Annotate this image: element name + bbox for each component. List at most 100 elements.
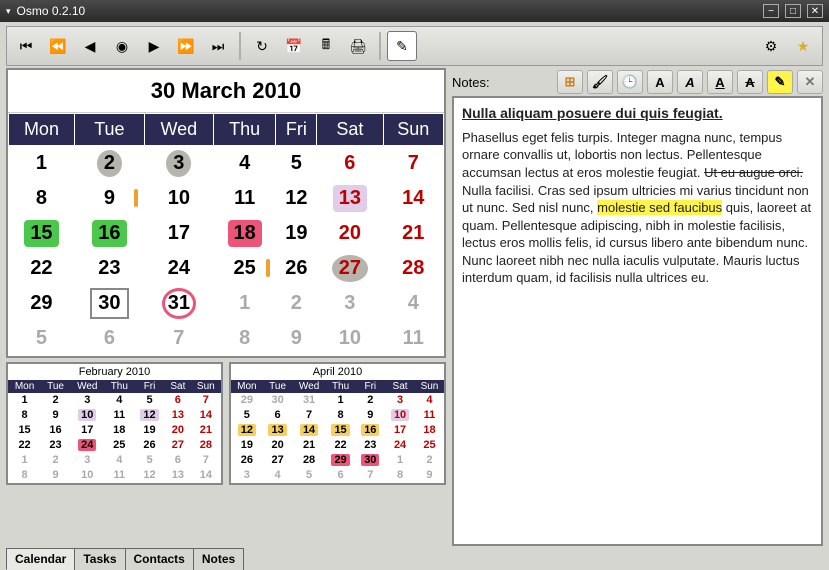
minimize-button[interactable]: − <box>763 4 779 18</box>
mini-calendar-day[interactable]: 7 <box>292 408 325 423</box>
mini-calendar-day[interactable]: 29 <box>231 393 263 408</box>
mini-calendar-day[interactable]: 1 <box>8 393 41 408</box>
mini-calendar-day[interactable]: 13 <box>165 468 191 483</box>
clear-format-button[interactable]: 🖌 <box>587 70 613 94</box>
mini-calendar-day[interactable]: 19 <box>231 438 263 453</box>
mini-calendar-day[interactable]: 11 <box>105 468 134 483</box>
mini-calendar-day[interactable]: 21 <box>292 438 325 453</box>
mini-calendar-day[interactable]: 8 <box>385 468 415 483</box>
tab-tasks[interactable]: Tasks <box>74 548 125 570</box>
mini-calendar-day[interactable]: 13 <box>165 408 191 423</box>
tab-notes[interactable]: Notes <box>193 548 244 570</box>
mini-calendar-day[interactable]: 25 <box>415 438 444 453</box>
mini-calendar-day[interactable]: 8 <box>8 468 41 483</box>
mini-calendar-day[interactable]: 23 <box>355 438 385 453</box>
mini-calendar-day[interactable]: 7 <box>355 468 385 483</box>
mini-calendar-day[interactable]: 3 <box>385 393 415 408</box>
nav-first-button[interactable]: ⏮ <box>11 31 41 61</box>
mini-calendar-day[interactable]: 3 <box>70 453 105 468</box>
tab-calendar[interactable]: Calendar <box>6 548 75 570</box>
mini-calendar-day[interactable]: 30 <box>263 393 293 408</box>
calendar-day[interactable]: 4 <box>213 146 276 181</box>
window-menu-icon[interactable]: ▾ <box>6 6 11 17</box>
mini-calendar-day[interactable]: 5 <box>231 408 263 423</box>
mini-calendar-day[interactable]: 6 <box>326 468 356 483</box>
calendar-day[interactable]: 25 <box>213 251 276 286</box>
calendar-day[interactable]: 4 <box>383 286 443 321</box>
notes-editor[interactable]: Nulla aliquam posuere dui quis feugiat. … <box>452 96 823 546</box>
italic-button[interactable]: A <box>677 70 703 94</box>
mini-calendar-day[interactable]: 5 <box>134 453 165 468</box>
calendar-day[interactable]: 2 <box>276 286 317 321</box>
mini-calendar-day[interactable]: 12 <box>134 408 165 423</box>
mini-calendar-day[interactable]: 10 <box>70 468 105 483</box>
mini-calendar-day[interactable]: 17 <box>385 423 415 438</box>
mini-calendar-day[interactable]: 15 <box>8 423 41 438</box>
mini-calendar-day[interactable]: 5 <box>134 393 165 408</box>
mini-calendar-day[interactable]: 4 <box>105 453 134 468</box>
calendar-day[interactable]: 29 <box>9 286 75 321</box>
calendar-day[interactable]: 7 <box>144 321 213 356</box>
nav-prev-button[interactable]: ◀ <box>75 31 105 61</box>
calendar-day[interactable]: 13 <box>317 181 383 216</box>
calendar-day[interactable]: 5 <box>276 146 317 181</box>
mini-calendar-day[interactable]: 15 <box>326 423 356 438</box>
calendar-day[interactable]: 10 <box>144 181 213 216</box>
mini-calendar-day[interactable]: 23 <box>41 438 70 453</box>
calendar-day[interactable]: 7 <box>383 146 443 181</box>
mini-calendar-day[interactable]: 7 <box>191 393 221 408</box>
mini-calendar-day[interactable]: 2 <box>415 453 444 468</box>
nav-last-button[interactable]: ⏭ <box>203 31 233 61</box>
calendar-day[interactable]: 20 <box>317 216 383 251</box>
mini-calendar-day[interactable]: 18 <box>415 423 444 438</box>
calendar-day[interactable]: 5 <box>9 321 75 356</box>
calendar-day[interactable]: 3 <box>317 286 383 321</box>
mini-calendar-day[interactable]: 20 <box>263 438 293 453</box>
mini-calendar-day[interactable]: 22 <box>326 438 356 453</box>
mini-calendar-day[interactable]: 8 <box>8 408 41 423</box>
tab-contacts[interactable]: Contacts <box>125 548 194 570</box>
close-note-button[interactable]: ✕ <box>797 70 823 94</box>
preferences-button[interactable]: ⚙ <box>756 31 786 61</box>
mini-calendar-day[interactable]: 22 <box>8 438 41 453</box>
mini-calendar-day[interactable]: 14 <box>191 408 221 423</box>
mini-calendar-day[interactable]: 6 <box>263 408 293 423</box>
mini-calendar-day[interactable]: 20 <box>165 423 191 438</box>
calculator-button[interactable]: 🖩 <box>311 31 341 61</box>
calendar-popup-button[interactable]: 📅 <box>279 31 309 61</box>
refresh-button[interactable]: ↻ <box>247 31 277 61</box>
calendar-day[interactable]: 12 <box>276 181 317 216</box>
bold-button[interactable]: A <box>647 70 673 94</box>
calendar-day[interactable]: 19 <box>276 216 317 251</box>
maximize-button[interactable]: □ <box>785 4 801 18</box>
nav-next-month-button[interactable]: ⏩ <box>171 31 201 61</box>
calendar-day[interactable]: 9 <box>276 321 317 356</box>
mini-calendar-day[interactable]: 12 <box>134 468 165 483</box>
mini-calendar-day[interactable]: 7 <box>191 453 221 468</box>
mini-calendar-day[interactable]: 14 <box>191 468 221 483</box>
calendar-day[interactable]: 10 <box>317 321 383 356</box>
calendar-day[interactable]: 27 <box>317 251 383 286</box>
mini-calendar-day[interactable]: 27 <box>165 438 191 453</box>
mini-calendar-day[interactable]: 28 <box>292 453 325 468</box>
mini-calendar-day[interactable]: 1 <box>326 393 356 408</box>
mini-calendar-day[interactable]: 6 <box>165 393 191 408</box>
calendar-day[interactable]: 1 <box>9 146 75 181</box>
mini-calendar-day[interactable]: 16 <box>41 423 70 438</box>
mini-calendar-day[interactable]: 19 <box>134 423 165 438</box>
calendar-day[interactable]: 14 <box>383 181 443 216</box>
calendar-day[interactable]: 11 <box>383 321 443 356</box>
mini-calendar-day[interactable]: 8 <box>326 408 356 423</box>
mini-calendar-day[interactable]: 24 <box>70 438 105 453</box>
calendar-day[interactable]: 2 <box>74 146 144 181</box>
mini-calendar-day[interactable]: 2 <box>355 393 385 408</box>
print-button[interactable]: 🖨 <box>343 31 373 61</box>
calendar-day[interactable]: 8 <box>9 181 75 216</box>
mini-calendar-day[interactable]: 9 <box>41 468 70 483</box>
mini-calendar-day[interactable]: 21 <box>191 423 221 438</box>
mini-calendar-day[interactable]: 4 <box>263 468 293 483</box>
mini-calendar-day[interactable]: 9 <box>415 468 444 483</box>
calendar-day[interactable]: 8 <box>213 321 276 356</box>
mini-calendar-day[interactable]: 29 <box>326 453 356 468</box>
mini-calendar-day[interactable]: 6 <box>165 453 191 468</box>
